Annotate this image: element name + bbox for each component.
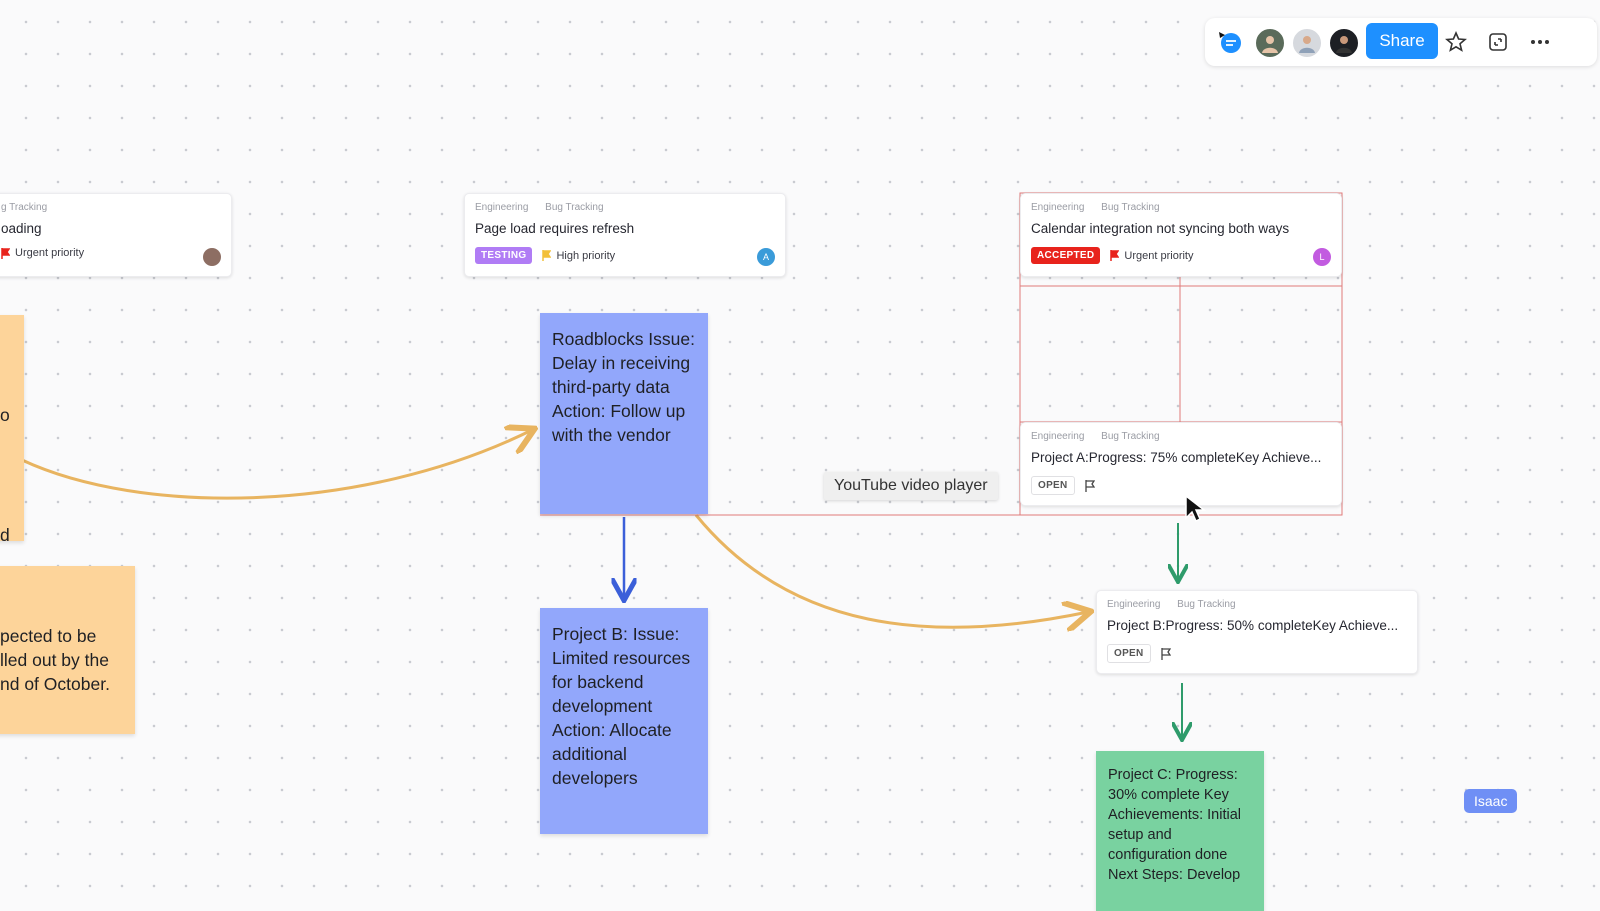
priority-text: Urgent priority (1124, 249, 1194, 262)
collaborator-cursor-label: Isaac (1464, 789, 1518, 813)
connector-roadblocks-to-project-b-card (694, 514, 1088, 627)
card-title: Page load requires refresh (475, 221, 635, 236)
task-card-loading[interactable]: g Tracking oading Urgent priority (0, 193, 232, 277)
collaborator-avatar[interactable] (1328, 27, 1360, 59)
flag-icon (1, 247, 10, 259)
card-category: Bug Tracking (1101, 431, 1160, 442)
card-title: oading (1, 221, 42, 236)
priority-label: Urgent priority (1110, 250, 1193, 262)
task-card-project-a[interactable]: Engineering Bug Tracking Project A:Progr… (1020, 422, 1342, 506)
person-icon (1299, 36, 1315, 53)
flag-icon (542, 250, 552, 261)
top-toolbar: Share (1205, 18, 1597, 66)
connector-orange-to-roadblocks (21, 430, 532, 500)
mouse-pointer-icon (1185, 494, 1206, 523)
status-badge[interactable]: OPEN (1107, 644, 1151, 663)
sticky-text: Project B: Issue: Limited resources for … (552, 624, 691, 788)
card-category: Bug Tracking (1101, 202, 1160, 213)
priority-label: High priority (542, 250, 615, 262)
flag-outline-icon[interactable] (1160, 647, 1171, 660)
status-badge[interactable]: ACCEPTED (1031, 247, 1101, 264)
card-category: Engineering (1031, 202, 1085, 213)
sticky-note-orange-top[interactable]: o d (0, 315, 24, 541)
status-badge[interactable]: TESTING (475, 247, 533, 264)
card-title: Calendar integration not syncing both wa… (1031, 221, 1290, 236)
person-icon (1336, 36, 1352, 53)
priority-text: High priority (556, 249, 616, 262)
fullscreen-icon[interactable] (1485, 29, 1511, 55)
sticky-note-project-b[interactable]: Project B: Issue: Limited resources for … (540, 608, 708, 834)
sticky-note-orange-bottom[interactable]: pected to be lled out by the nd of Octob… (0, 566, 135, 734)
status-badge[interactable]: OPEN (1031, 476, 1075, 495)
card-category: Engineering (475, 202, 529, 213)
sticky-note-roadblocks[interactable]: Roadblocks Issue: Delay in receiving thi… (540, 313, 708, 514)
flag-icon (1110, 250, 1120, 261)
sticky-note-project-c[interactable]: Project C: Progress: 30% complete Key Ac… (1096, 751, 1264, 911)
priority-label: Urgent priority (1, 247, 84, 259)
assignee-avatar[interactable]: A (757, 248, 775, 266)
flag-outline-icon[interactable] (1084, 479, 1095, 492)
connectors-layer (21, 192, 1343, 906)
collaborator-avatar[interactable] (1254, 27, 1286, 59)
sticky-text: Roadblocks Issue: Delay in receiving thi… (552, 329, 695, 445)
card-title: Project A:Progress: 75% completeKey Achi… (1031, 450, 1322, 465)
task-card-page-load[interactable]: Engineering Bug Tracking Page load requi… (464, 193, 786, 277)
card-category: Bug Tracking (1177, 599, 1236, 610)
task-card-calendar[interactable]: Engineering Bug Tracking Calendar integr… (1020, 193, 1342, 277)
sticky-text: pected to be lled out by the nd of Octob… (0, 626, 110, 694)
assignee-avatar[interactable] (203, 248, 221, 266)
sticky-text: Project C: Progress: 30% complete Key Ac… (1108, 767, 1241, 883)
more-icon[interactable] (1527, 29, 1553, 55)
card-category: g Tracking (1, 202, 48, 213)
star-icon[interactable] (1443, 29, 1469, 55)
priority-text: Urgent priority (15, 247, 85, 259)
card-category: Bug Tracking (545, 202, 604, 213)
person-icon (1262, 36, 1278, 53)
collaborator-avatar[interactable] (1291, 27, 1323, 59)
video-player-tooltip: YouTube video player (824, 472, 998, 500)
card-category: Engineering (1107, 599, 1161, 610)
sticky-text: o d (0, 405, 10, 541)
task-card-project-b[interactable]: Engineering Bug Tracking Project B:Progr… (1096, 590, 1418, 674)
assignee-avatar[interactable]: L (1313, 248, 1331, 266)
card-category: Engineering (1031, 431, 1085, 442)
chat-icon[interactable] (1217, 29, 1243, 55)
card-title: Project B:Progress: 50% completeKey Achi… (1107, 618, 1399, 633)
share-button[interactable]: Share (1366, 23, 1438, 59)
